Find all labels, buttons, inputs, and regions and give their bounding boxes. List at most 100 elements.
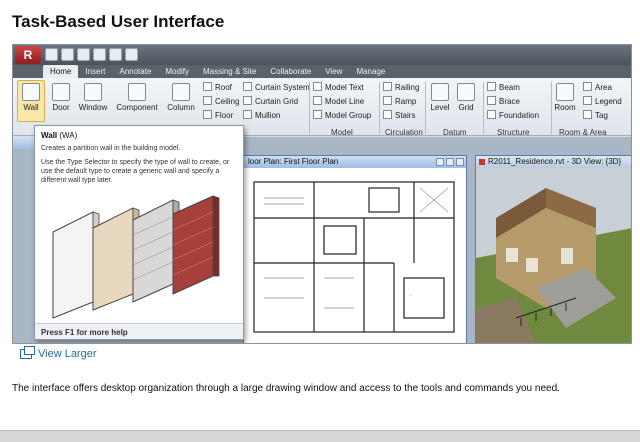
brace-label: Brace — [499, 97, 520, 106]
tooltip-line-4: different wall type later. — [41, 177, 113, 184]
enlarge-window-icon — [20, 346, 35, 359]
ribbon-separator — [483, 82, 484, 134]
app-title-bar: R — [13, 45, 631, 65]
ribbon-separator — [309, 82, 310, 134]
wall-types-illustration — [52, 195, 220, 319]
tag-button[interactable]: Tag — [583, 110, 608, 120]
model-group-button[interactable]: Model Group — [313, 110, 371, 120]
tab-view[interactable]: View — [318, 65, 349, 78]
curtain-system-button[interactable]: Curtain System — [243, 82, 310, 92]
tooltip-title-text: Wall — [41, 131, 58, 140]
grid-button[interactable]: Grid — [455, 83, 477, 112]
save-icon[interactable] — [61, 48, 74, 61]
view-larger-link[interactable]: View Larger — [20, 346, 97, 360]
footer-bar — [0, 430, 640, 442]
ribbon-separator — [379, 82, 380, 134]
tab-massing-site[interactable]: Massing & Site — [196, 65, 263, 78]
railing-label: Railing — [395, 83, 420, 92]
ramp-icon — [383, 96, 392, 105]
ribbon-separator — [425, 82, 426, 134]
svg-text:...: ... — [409, 292, 412, 297]
stairs-button[interactable]: Stairs — [383, 110, 415, 120]
view-larger-label: View Larger — [38, 348, 97, 360]
mullion-label: Mullion — [255, 111, 281, 120]
grid-icon — [457, 83, 475, 101]
level-button[interactable]: Level — [429, 83, 451, 112]
ramp-button[interactable]: Ramp — [383, 96, 416, 106]
wall-icon — [22, 83, 40, 101]
area-label: Area — [595, 83, 612, 92]
component-icon — [128, 83, 146, 101]
tooltip-line-1: Creates a partition wall in the building… — [41, 145, 181, 152]
beam-button[interactable]: Beam — [487, 82, 520, 92]
room-button[interactable]: Room — [553, 83, 577, 112]
area-button[interactable]: Area — [583, 82, 612, 92]
curtain-system-label: Curtain System — [255, 83, 310, 92]
tab-modify[interactable]: Modify — [158, 65, 196, 78]
panel-label-datum: Datum — [443, 128, 467, 137]
brace-icon — [487, 96, 496, 105]
tab-annotate[interactable]: Annotate — [112, 65, 158, 78]
3d-view-window[interactable]: R2011_Residence.rvt - 3D View: {3D} — [475, 155, 631, 343]
model-text-icon — [313, 82, 322, 91]
undo-icon[interactable] — [77, 48, 90, 61]
model-line-label: Model Line — [325, 97, 365, 106]
foundation-button[interactable]: Foundation — [487, 110, 539, 120]
curtain-system-icon — [243, 82, 252, 91]
minimize-icon[interactable] — [436, 158, 444, 166]
window-button[interactable]: Window — [77, 83, 109, 112]
railing-button[interactable]: Railing — [383, 82, 419, 92]
svg-text:...: ... — [328, 214, 331, 219]
maximize-icon[interactable] — [446, 158, 454, 166]
open-icon[interactable] — [45, 48, 58, 61]
foundation-icon — [487, 110, 496, 119]
door-button[interactable]: Door — [49, 83, 73, 112]
tab-insert[interactable]: Insert — [78, 65, 112, 78]
tab-manage[interactable]: Manage — [349, 65, 392, 78]
floor-button[interactable]: Floor — [203, 110, 233, 120]
stairs-icon — [383, 110, 392, 119]
panel-label-room-area: Room & Area — [559, 128, 607, 137]
column-button[interactable]: Column — [165, 83, 197, 112]
room-icon — [556, 83, 574, 101]
mullion-button[interactable]: Mullion — [243, 110, 280, 120]
model-line-button[interactable]: Model Line — [313, 96, 364, 106]
redo-icon[interactable] — [93, 48, 106, 61]
grid-label: Grid — [458, 103, 474, 112]
wall-tooltip: Wall (WA) Creates a partition wall in th… — [34, 125, 244, 340]
tag-label: Tag — [595, 111, 608, 120]
tab-home[interactable]: Home — [43, 65, 79, 78]
close-icon[interactable] — [456, 158, 464, 166]
application-menu-button[interactable]: R — [15, 46, 41, 64]
mullion-icon — [243, 110, 252, 119]
brace-button[interactable]: Brace — [487, 96, 520, 106]
ceiling-button[interactable]: Ceiling — [203, 96, 239, 106]
curtain-grid-button[interactable]: Curtain Grid — [243, 96, 298, 106]
revit-screenshot[interactable]: R Home Insert Annotate Modify Massing & … — [12, 44, 632, 344]
tag-icon[interactable] — [125, 48, 138, 61]
measure-icon[interactable] — [109, 48, 122, 61]
curtain-grid-icon — [243, 96, 252, 105]
3d-view-window-title: R2011_Residence.rvt - 3D View: {3D} — [476, 156, 631, 168]
curtain-grid-label: Curtain Grid — [255, 97, 299, 106]
roof-icon — [203, 82, 212, 91]
railing-icon — [383, 82, 392, 91]
legend-button[interactable]: Legend — [583, 96, 622, 106]
floor-plan-drawing: ... ... — [244, 168, 466, 343]
area-icon — [583, 82, 592, 91]
model-group-icon — [313, 110, 322, 119]
3d-house-render — [476, 168, 631, 343]
model-line-icon — [313, 96, 322, 105]
tag-icon — [583, 110, 592, 119]
tab-collaborate[interactable]: Collaborate — [263, 65, 318, 78]
legend-label: Legend — [595, 97, 622, 106]
floor-plan-window[interactable]: loor Plan: First Floor Plan ... ... — [243, 155, 467, 343]
roof-label: Roof — [215, 83, 232, 92]
wall-button[interactable]: Wall — [19, 83, 43, 112]
roof-button[interactable]: Roof — [203, 82, 232, 92]
ribbon-separator — [551, 82, 552, 134]
component-button[interactable]: Component — [115, 83, 159, 112]
door-icon — [52, 83, 70, 101]
ceiling-label: Ceiling — [215, 97, 240, 106]
model-text-button[interactable]: Model Text — [313, 82, 364, 92]
